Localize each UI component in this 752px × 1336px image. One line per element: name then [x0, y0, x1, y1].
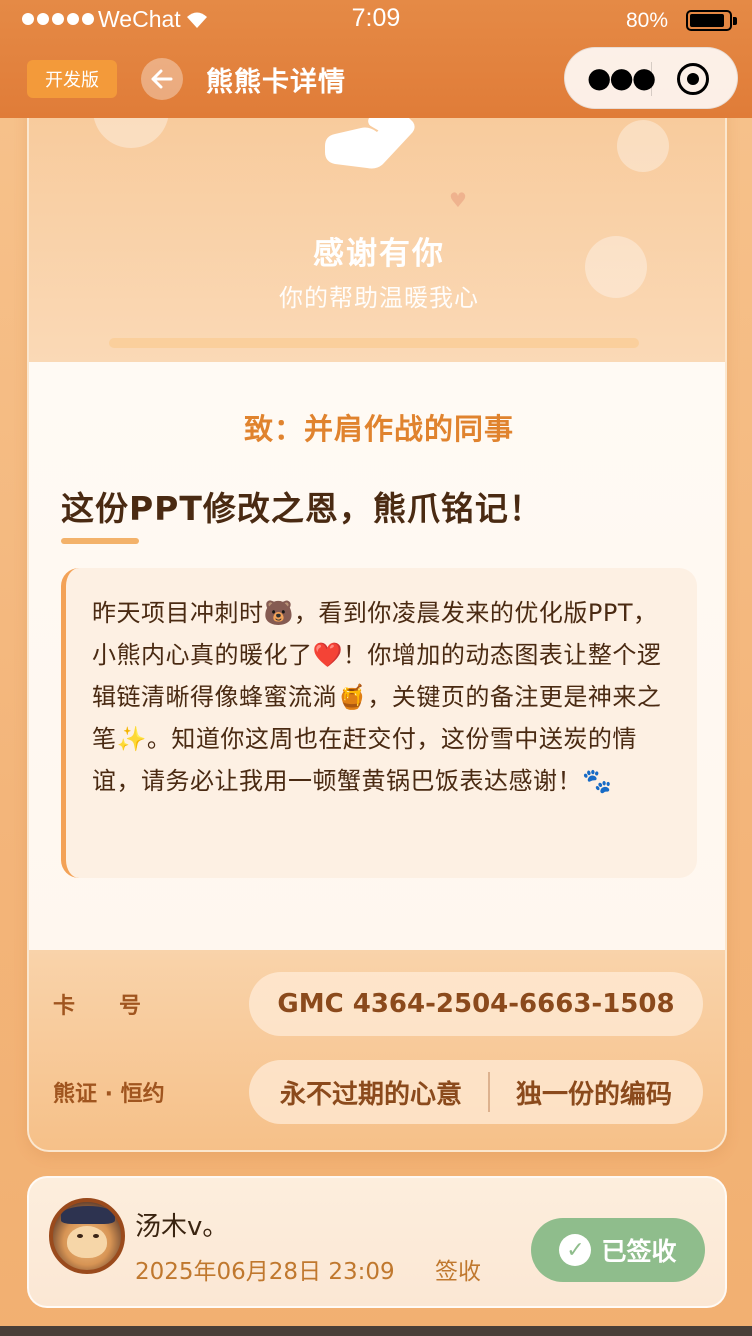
cert-divider — [488, 1072, 490, 1112]
bear-card: ♥ 感谢有你 你的帮助温暖我心 致：并肩作战的同事 这份PPT修改之恩，熊爪铭记… — [27, 80, 727, 1152]
recipient-line: 致：并肩作战的同事 — [243, 412, 514, 446]
more-menu-button[interactable]: ●●● — [587, 64, 656, 92]
signer-bar: 汤木v。 2025年06月28日 23:09 签收 ✓ 已签收 — [27, 1176, 727, 1308]
page-title: 熊熊卡详情 — [206, 67, 346, 98]
back-button[interactable] — [141, 58, 183, 100]
card-number-label: 卡 号 — [53, 994, 142, 1019]
card-number: GMC 4364-2504-6663-1508 — [249, 972, 703, 1036]
letter-headline: 这份PPT修改之恩，熊爪铭记！ — [61, 489, 543, 528]
signer-name: 汤木v。 — [135, 1212, 229, 1242]
heart-icon: ♥ — [449, 188, 467, 212]
check-icon: ✓ — [559, 1234, 592, 1266]
status-bar: WeChat 7:09 80% — [0, 0, 752, 40]
card-info: 卡 号 GMC 4364-2504-6663-1508 熊证 · 恒约 永不过期… — [29, 950, 725, 1150]
hero-title: 感谢有你 — [313, 236, 445, 272]
card-number-value: GMC 4364-2504-6663-1508 — [277, 989, 675, 1019]
avatar[interactable] — [49, 1198, 125, 1274]
cert-tag-unique: 独一份的编码 — [516, 1079, 673, 1110]
message-box: 昨天项目冲刺时🐻，看到你凌晨发来的优化版PPT，小熊内心真的暖化了❤️！你增加的… — [61, 568, 697, 878]
certificate-tags: 永不过期的心意 独一份的编码 — [249, 1060, 703, 1124]
certificate-label: 熊证 · 恒约 — [53, 1082, 165, 1107]
card-hero: ♥ 感谢有你 你的帮助温暖我心 — [29, 82, 725, 362]
signed-action-label: 签收 — [435, 1259, 481, 1285]
dev-version-badge: 开发版 — [27, 60, 117, 98]
headline-underline — [61, 538, 139, 544]
message-body: 昨天项目冲刺时🐻，看到你凌晨发来的优化版PPT，小熊内心真的暖化了❤️！你增加的… — [92, 599, 662, 795]
battery-icon — [686, 10, 737, 31]
top-bar: WeChat 7:09 80% 开发版 熊熊卡详情 ●●● — [0, 0, 752, 118]
arrow-left-icon — [151, 69, 173, 89]
battery-percentage: 80% — [626, 9, 669, 32]
capsule-divider — [651, 62, 652, 96]
decor-bubble — [617, 120, 669, 172]
signed-status-label: 已签收 — [601, 1237, 677, 1266]
close-target-button[interactable] — [677, 63, 709, 95]
hero-divider — [109, 338, 639, 348]
signed-status-button[interactable]: ✓ 已签收 — [531, 1218, 705, 1282]
signed-datetime: 2025年06月28日 23:09 — [135, 1259, 395, 1285]
miniprogram-capsule: ●●● — [564, 47, 738, 109]
bottom-edge — [0, 1326, 752, 1336]
hero-subtitle: 你的帮助温暖我心 — [279, 284, 479, 312]
letter-section: 致：并肩作战的同事 这份PPT修改之恩，熊爪铭记！ 昨天项目冲刺时🐻，看到你凌晨… — [29, 362, 725, 950]
cert-tag-forever: 永不过期的心意 — [279, 1079, 462, 1110]
